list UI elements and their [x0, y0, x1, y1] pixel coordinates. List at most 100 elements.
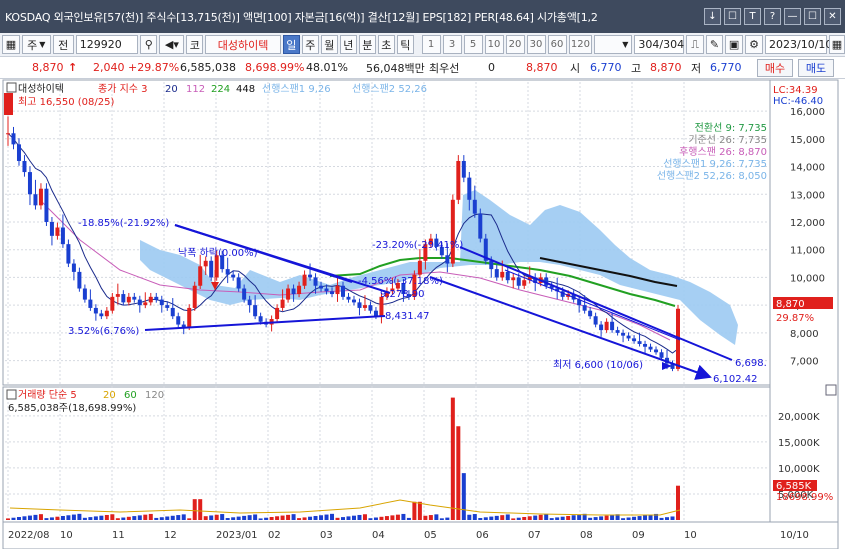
period-week[interactable]: 주 [301, 35, 319, 54]
period-month[interactable]: 월 [320, 35, 338, 54]
candle-body-9 [55, 227, 60, 236]
market-select[interactable]: 전 [52, 35, 74, 54]
interval-30[interactable]: 30 [526, 35, 546, 54]
period-day[interactable]: 일 [282, 35, 300, 54]
interval-dropdown[interactable]: ▼ [594, 35, 633, 54]
chevron-down-icon: ▼ [622, 40, 629, 49]
candle-body-13 [77, 271, 82, 289]
volume-bar-91 [505, 514, 510, 520]
settings-icon[interactable]: ⚙ [745, 35, 763, 54]
interval-20[interactable]: 20 [505, 35, 525, 54]
volume-bar-22 [126, 516, 131, 520]
volume-bar-69 [384, 516, 389, 520]
volume-bar-88 [489, 516, 494, 520]
period-minute[interactable]: 분 [358, 35, 376, 54]
price-panel [2, 79, 771, 386]
interval-3[interactable]: 3 [442, 35, 462, 54]
volume-bar-2 [16, 517, 21, 520]
candle-body-10 [60, 227, 65, 245]
interval-60[interactable]: 60 [547, 35, 567, 54]
candle-body-108 [599, 324, 604, 331]
calendar-icon[interactable]: ▦ [829, 35, 845, 54]
volume-bar-94 [522, 516, 527, 520]
ichimoku-base: 기준선 26: 7,735 [688, 134, 767, 146]
speaker-icon[interactable]: ◀▾ [159, 35, 185, 54]
candle-body-2 [16, 144, 21, 161]
candle-body-19 [110, 296, 115, 311]
volume-bar-101 [560, 516, 565, 520]
maximize-button[interactable]: ☐ [804, 8, 821, 25]
stock-code-input[interactable]: 129920 [75, 35, 139, 54]
candle-body-114 [632, 338, 637, 342]
period-tick[interactable]: 틱 [396, 35, 414, 54]
save-icon[interactable]: ▣ [725, 35, 744, 54]
candle-body-12 [71, 263, 76, 272]
collapse-icon[interactable] [6, 82, 17, 93]
market-prefix[interactable]: 코 [186, 35, 204, 54]
volume-bar-107 [593, 517, 598, 520]
stock-name[interactable]: 대성하이텍 [205, 35, 281, 54]
candle-body-40 [225, 269, 230, 275]
volume-bar-60 [335, 517, 340, 520]
candle-body-5 [33, 194, 38, 206]
volume-bar-17 [99, 515, 104, 520]
candle-body-112 [621, 332, 626, 336]
search-icon[interactable]: ⚲ [140, 35, 158, 54]
quote-bar: 8,870 ↑ 2,040 +29.87% 6,585,038 8,698.99… [0, 57, 845, 79]
candle-body-53 [297, 285, 302, 295]
link-icon[interactable]: ↓ [704, 8, 721, 25]
candle-body-109 [604, 321, 609, 331]
candle-body-111 [615, 330, 620, 333]
volume-bar-10 [60, 515, 65, 520]
draw-tool-icon[interactable]: ✎ [705, 35, 724, 54]
date-field[interactable]: 2023/10/10 [765, 35, 832, 54]
volume-bar-32 [181, 514, 186, 520]
interval-5[interactable]: 5 [463, 35, 483, 54]
volume-bar-70 [390, 515, 395, 520]
menu-type-select[interactable]: 주 ▼ [22, 35, 51, 54]
volume-bar-18 [104, 514, 109, 520]
volume-bar-100 [555, 517, 560, 520]
interval-120[interactable]: 120 [568, 35, 593, 54]
candle-body-67 [373, 310, 378, 317]
interval-1[interactable]: 1 [421, 35, 441, 54]
close-button[interactable]: ✕ [824, 8, 841, 25]
legend-span2: 선행스팬2 52,26 [352, 83, 427, 95]
candle-body-21 [121, 294, 126, 303]
text-icon[interactable]: T [744, 8, 761, 25]
candle-body-84 [467, 177, 472, 200]
resize-handle[interactable] [825, 384, 837, 396]
minimize-button[interactable]: — [784, 8, 801, 25]
candle-body-55 [308, 274, 313, 278]
sell-button[interactable]: 매도 [798, 59, 834, 77]
period-year[interactable]: 년 [339, 35, 357, 54]
volume-pct-badge: 18698.99% [776, 492, 833, 503]
help-icon[interactable]: ? [764, 8, 781, 25]
candle-body-81 [450, 199, 455, 264]
candle-body-29 [165, 305, 170, 308]
legend-ma-224: 224 [211, 84, 230, 95]
volume-bar-27 [154, 517, 159, 520]
candle-body-113 [626, 335, 631, 339]
grid-icon[interactable]: ▦ [2, 35, 20, 54]
volume-bar-87 [483, 517, 488, 520]
bar-count-field[interactable]: 304/304 [634, 35, 685, 54]
candle-body-59 [330, 291, 335, 295]
interval-10[interactable]: 10 [484, 35, 504, 54]
volume-bar-66 [368, 518, 373, 520]
chart-type-icon[interactable]: ⎍ [686, 35, 704, 54]
buy-button[interactable]: 매수 [757, 59, 793, 77]
candle-body-80 [445, 255, 450, 264]
period-second[interactable]: 초 [377, 35, 395, 54]
legend-close: 종가 지수 3 [98, 83, 148, 95]
volume-bar-23 [132, 516, 137, 520]
volume-collapse-icon[interactable] [6, 389, 17, 400]
low-price: 6,770 [710, 61, 742, 74]
candle-body-7 [44, 188, 49, 222]
candle-body-4 [27, 172, 32, 195]
candle-body-110 [610, 321, 615, 331]
candle-body-37 [209, 260, 214, 278]
window-icon[interactable]: ☐ [724, 8, 741, 25]
volume-bar-82 [456, 426, 461, 520]
volume-bar-58 [324, 514, 329, 520]
